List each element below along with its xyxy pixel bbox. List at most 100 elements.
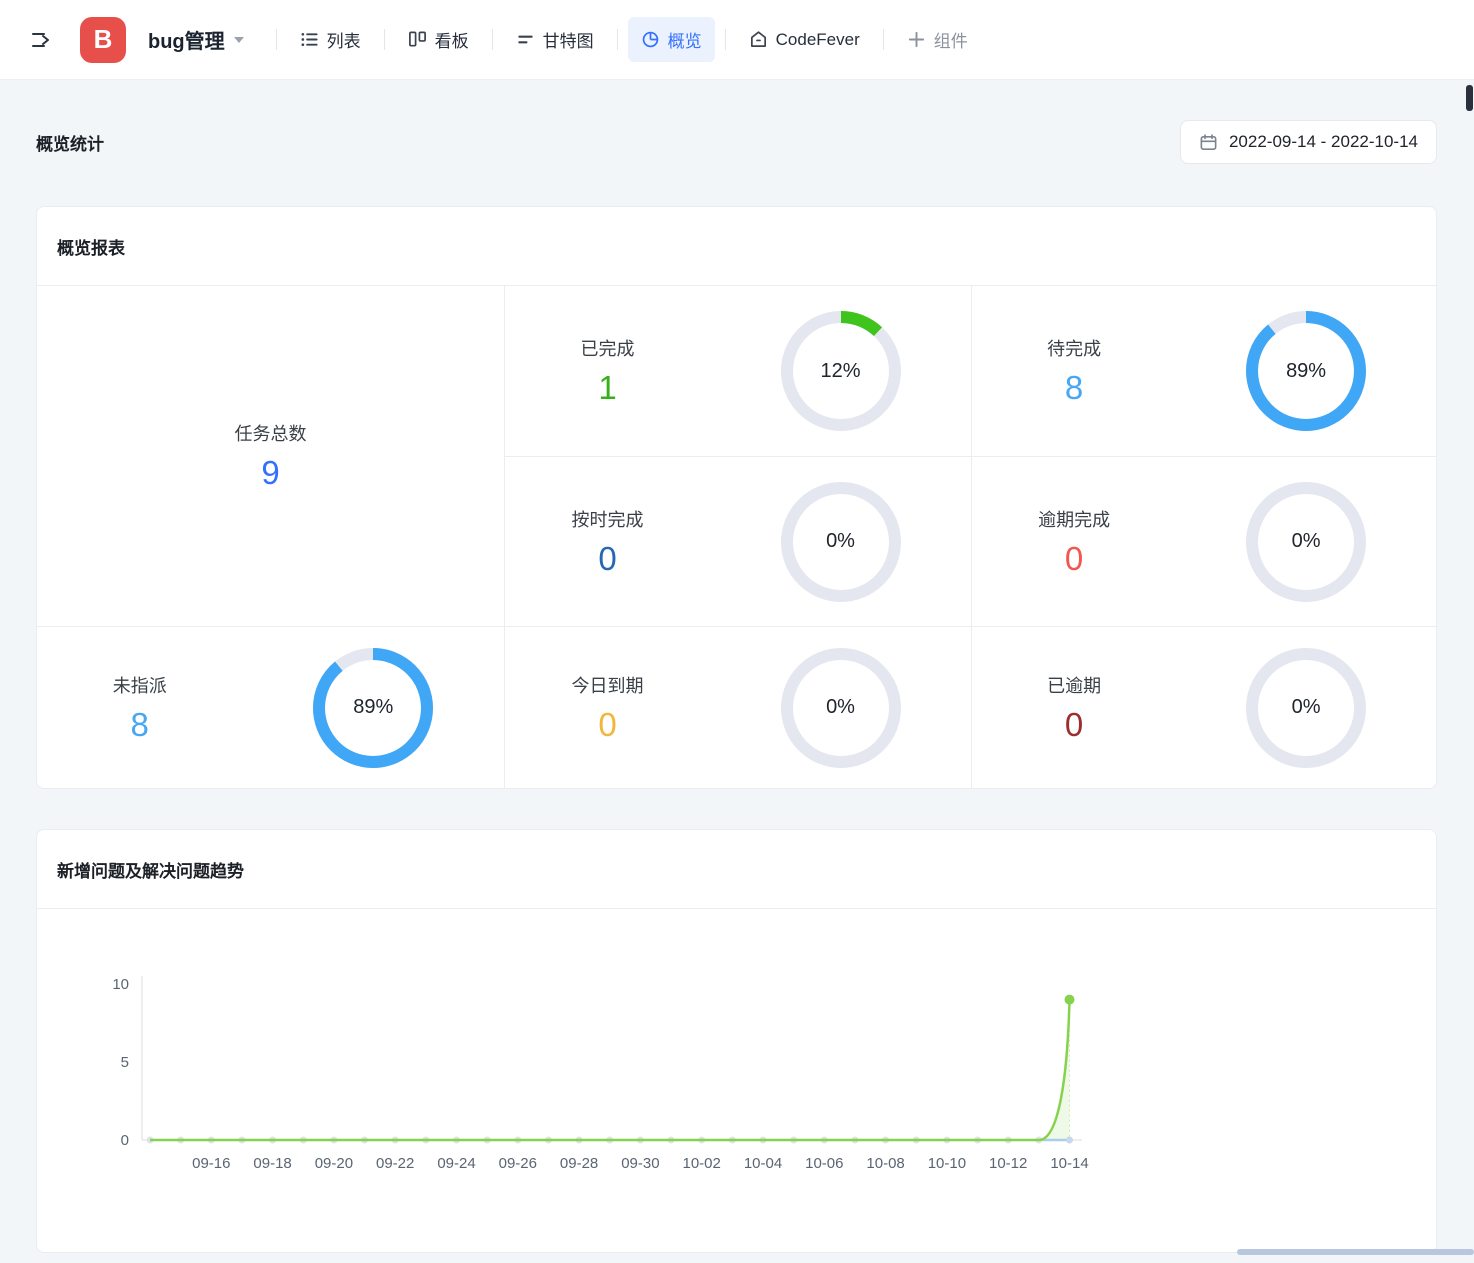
tab-codefever[interactable]: CodeFever [736, 20, 873, 60]
add-component-button[interactable]: 组件 [894, 17, 981, 62]
kanban-icon [408, 30, 427, 49]
stat-cell-overdue: 已逾期 0 0% [971, 626, 1436, 788]
ring-percent-label: 12% [781, 311, 901, 431]
svg-text:09-30: 09-30 [621, 1155, 659, 1172]
page-title: 概览统计 [36, 130, 104, 155]
stat-value: 1 [598, 369, 616, 407]
stat-cell-due-today: 今日到期 0 0% [504, 626, 971, 788]
stat-label: 逾期完成 [1038, 506, 1110, 532]
completed-progress-ring: 12% [781, 311, 901, 431]
svg-text:10-08: 10-08 [866, 1155, 904, 1172]
stat-cell-total: 任务总数 9 [37, 286, 504, 626]
stats-grid: 任务总数 9 已完成 1 12% 待完成 [37, 286, 1436, 788]
unassigned-progress-ring: 89% [313, 648, 433, 768]
ring-percent-label: 0% [1246, 648, 1366, 768]
project-title-dropdown[interactable]: bug管理 [148, 25, 244, 54]
tab-label: 列表 [327, 27, 361, 52]
svg-text:0: 0 [121, 1132, 129, 1149]
calendar-icon [1199, 133, 1218, 152]
stat-value: 8 [131, 706, 149, 744]
nav-divider [883, 29, 884, 50]
tab-list[interactable]: 列表 [287, 17, 374, 62]
due-today-progress-ring: 0% [781, 648, 901, 768]
stat-cell-pending: 待完成 8 89% [971, 286, 1436, 456]
svg-text:10-10: 10-10 [928, 1155, 966, 1172]
svg-text:09-20: 09-20 [315, 1155, 353, 1172]
ring-percent-label: 0% [781, 482, 901, 602]
stat-cell-unassigned: 未指派 8 89% [37, 626, 504, 788]
stat-value: 0 [1065, 540, 1083, 578]
stat-label: 已完成 [581, 335, 635, 361]
horizontal-scrollbar-thumb[interactable] [1237, 1249, 1474, 1255]
svg-text:09-26: 09-26 [499, 1155, 537, 1172]
overdue-progress-ring: 0% [1246, 648, 1366, 768]
list-icon [300, 30, 319, 49]
svg-text:10: 10 [112, 976, 129, 993]
stat-label: 按时完成 [572, 506, 644, 532]
stat-label: 待完成 [1047, 335, 1101, 361]
tab-kanban[interactable]: 看板 [395, 17, 482, 62]
trend-card: 新增问题及解决问题趋势 0 5 10 09-16 09-18 09-20 09-22 09-2… [36, 829, 1437, 1253]
ring-percent-label: 0% [781, 648, 901, 768]
gantt-icon [516, 30, 535, 49]
nav-divider [384, 29, 385, 50]
tab-label: 看板 [435, 27, 469, 52]
stat-value: 0 [1065, 706, 1083, 744]
svg-text:10-04: 10-04 [744, 1155, 782, 1172]
svg-text:5: 5 [121, 1054, 129, 1071]
stat-label: 今日到期 [572, 672, 644, 698]
nav-divider [276, 29, 277, 50]
nav-divider [617, 29, 618, 50]
report-card-title: 概览报表 [37, 207, 1436, 286]
tab-label: 概览 [668, 27, 702, 52]
plus-icon [907, 30, 926, 49]
svg-text:09-24: 09-24 [437, 1155, 475, 1172]
svg-text:10-14: 10-14 [1050, 1155, 1088, 1172]
ring-percent-label: 89% [313, 648, 433, 768]
nav-divider [725, 29, 726, 50]
ring-percent-label: 89% [1246, 311, 1366, 431]
sidebar-toggle-button[interactable] [26, 25, 56, 55]
tab-label: 组件 [934, 27, 968, 52]
ring-percent-label: 0% [1246, 482, 1366, 602]
stat-cell-ontime: 按时完成 0 0% [504, 456, 971, 626]
svg-text:10-06: 10-06 [805, 1155, 843, 1172]
svg-text:09-16: 09-16 [192, 1155, 230, 1172]
svg-text:10-12: 10-12 [989, 1155, 1027, 1172]
section-header: 概览统计 2022-09-14 - 2022-10-14 [36, 118, 1437, 166]
stat-value: 9 [261, 454, 279, 492]
tab-label: CodeFever [776, 30, 860, 50]
stat-value: 8 [1065, 369, 1083, 407]
stat-label: 任务总数 [235, 420, 307, 446]
nav-divider [492, 29, 493, 50]
overdue-done-progress-ring: 0% [1246, 482, 1366, 602]
project-title: bug管理 [148, 25, 225, 54]
stat-value: 0 [598, 706, 616, 744]
tab-label: 甘特图 [543, 27, 594, 52]
svg-text:09-28: 09-28 [560, 1155, 598, 1172]
date-range-value: 2022-09-14 - 2022-10-14 [1229, 132, 1418, 152]
stat-label: 已逾期 [1047, 672, 1101, 698]
date-range-button[interactable]: 2022-09-14 - 2022-10-14 [1180, 120, 1437, 164]
svg-text:10-02: 10-02 [683, 1155, 721, 1172]
trend-line-chart: 0 5 10 09-16 09-18 09-20 09-22 09-24 09-26 09-28 0… [37, 909, 1437, 1252]
pending-progress-ring: 89% [1246, 311, 1366, 431]
sidebar-expand-icon [29, 28, 53, 52]
project-logo-letter: B [94, 24, 113, 55]
stat-value: 0 [598, 540, 616, 578]
stat-label: 未指派 [113, 672, 167, 698]
vertical-scrollbar-thumb[interactable] [1466, 85, 1473, 111]
codefever-icon [749, 30, 768, 49]
top-nav: B bug管理 列表 看板 甘特图 概览 [0, 0, 1474, 80]
stat-cell-completed: 已完成 1 12% [504, 286, 971, 456]
tab-overview[interactable]: 概览 [628, 17, 715, 62]
tab-gantt[interactable]: 甘特图 [503, 17, 607, 62]
stat-cell-overdue-done: 逾期完成 0 0% [971, 456, 1436, 626]
svg-text:09-18: 09-18 [253, 1155, 291, 1172]
svg-text:09-22: 09-22 [376, 1155, 414, 1172]
overview-report-card: 概览报表 任务总数 9 已完成 1 12% [36, 206, 1437, 789]
pie-chart-icon [641, 30, 660, 49]
project-logo[interactable]: B [80, 17, 126, 63]
ontime-progress-ring: 0% [781, 482, 901, 602]
trend-card-title: 新增问题及解决问题趋势 [37, 830, 1436, 909]
